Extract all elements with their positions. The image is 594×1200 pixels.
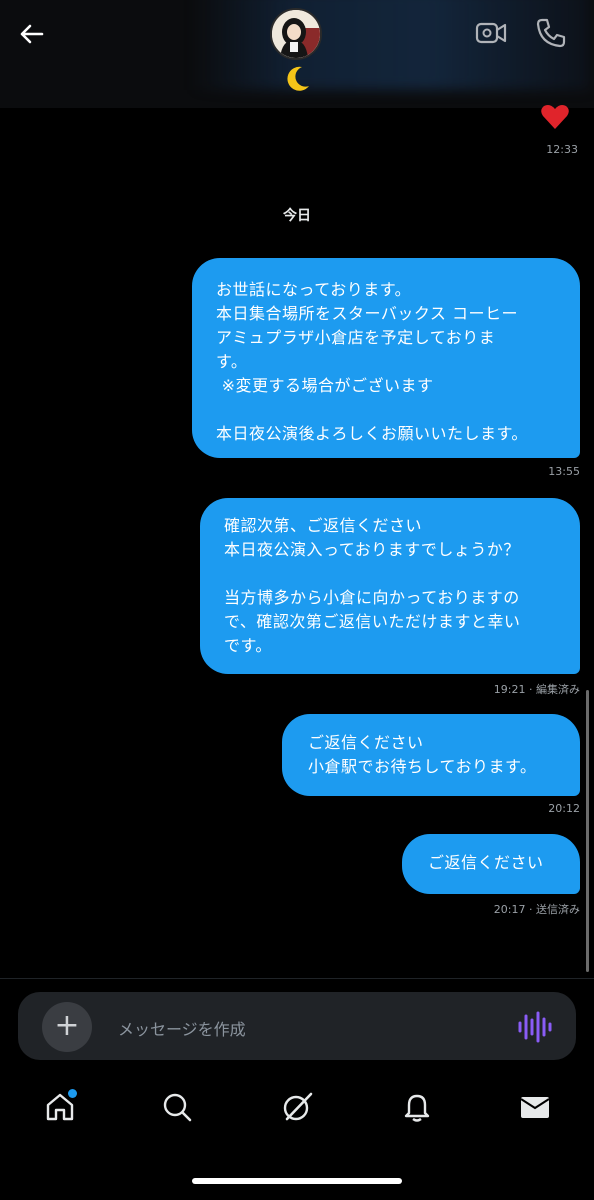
- message-composer[interactable]: + メッセージを作成: [18, 992, 576, 1060]
- nav-search[interactable]: [157, 1085, 197, 1135]
- header-backdrop: [190, 0, 590, 90]
- previous-message-time: 12:33: [546, 143, 578, 156]
- bottom-navigation: [0, 1085, 594, 1135]
- message-2-meta: 19:21 · 編集済み: [493, 683, 580, 696]
- nav-messages[interactable]: [515, 1085, 555, 1135]
- add-attachment-button[interactable]: +: [42, 1002, 92, 1052]
- nav-grok[interactable]: [277, 1085, 317, 1135]
- message-bubble-3[interactable]: ご返信ください 小倉駅でお待ちしております。: [282, 714, 580, 796]
- message-3-meta: 20:12: [548, 802, 580, 815]
- messages-icon: [520, 1097, 550, 1118]
- grok-icon: [283, 1092, 313, 1121]
- home-indicator: [192, 1178, 402, 1184]
- message-4-meta: 20:17 · 送信済み: [493, 903, 580, 916]
- search-icon: [163, 1093, 192, 1122]
- phone-call-icon[interactable]: [534, 16, 568, 50]
- message-bubble-1[interactable]: お世話になっております。 本日集合場所をスターバックス コーヒー アミュプラザ小…: [192, 258, 580, 458]
- message-bubble-4[interactable]: ご返信ください: [402, 834, 580, 894]
- voice-message-icon[interactable]: [516, 1010, 552, 1044]
- back-arrow-icon[interactable]: [16, 18, 48, 50]
- message-bubble-2[interactable]: 確認次第、ご返信ください 本日夜公演入っておりますでしょうか？ 当方博多から小倉…: [200, 498, 580, 674]
- notifications-icon: [404, 1094, 430, 1122]
- chat-header: [0, 0, 594, 108]
- home-unread-badge: [68, 1089, 77, 1098]
- moon-emoji: [282, 64, 312, 94]
- scrollbar[interactable]: [586, 690, 589, 972]
- divider: [0, 978, 594, 979]
- message-input[interactable]: メッセージを作成: [118, 1016, 246, 1040]
- message-1-meta: 13:55: [548, 465, 580, 478]
- nav-notifications[interactable]: [397, 1085, 437, 1135]
- heart-reaction-icon: [541, 105, 569, 129]
- date-separator: 今日: [283, 208, 311, 224]
- video-call-icon[interactable]: [474, 16, 508, 50]
- avatar[interactable]: [270, 8, 322, 60]
